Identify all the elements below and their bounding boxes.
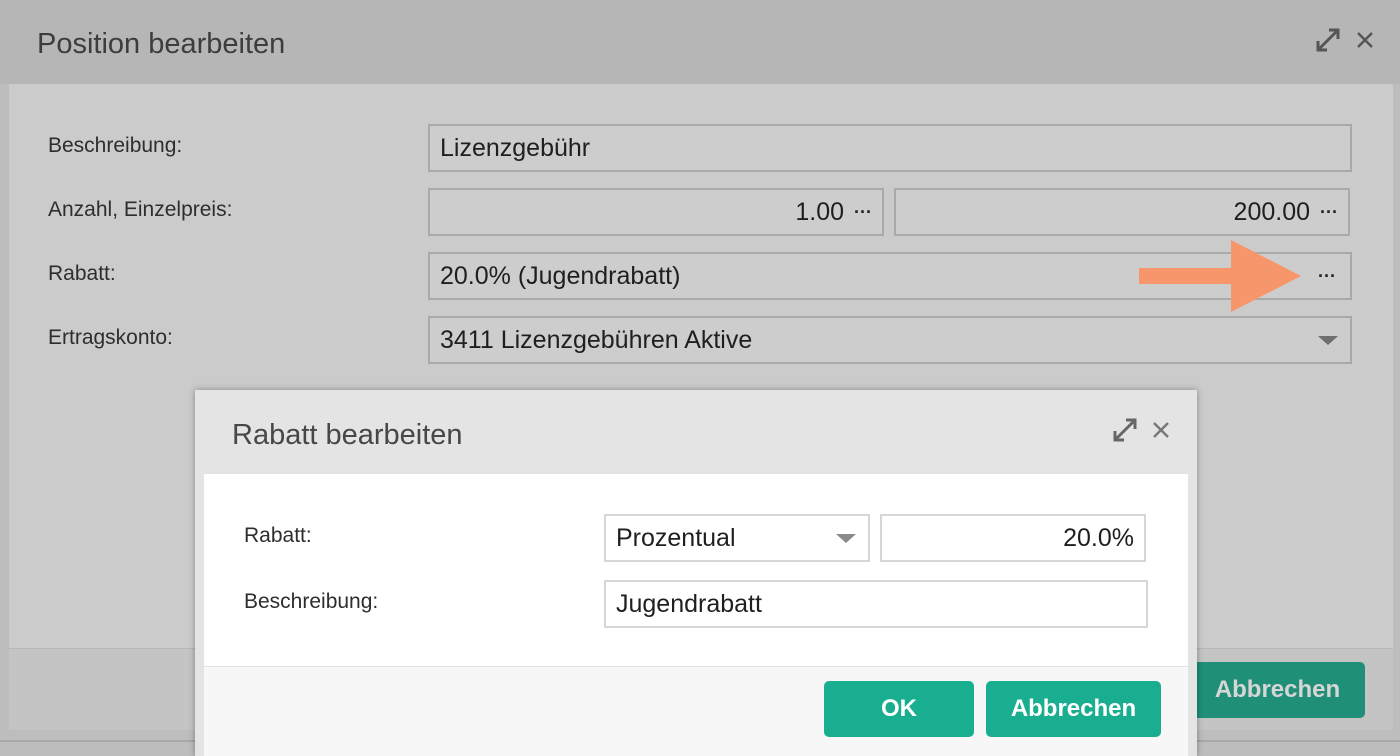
- rabatt-type-value: Prozentual: [616, 523, 736, 552]
- anzahl-value: 1.00: [795, 197, 845, 226]
- rabatt-value: 20.0% (Jugendrabatt): [440, 261, 681, 290]
- beschreibung-field[interactable]: Lizenzgebühr: [428, 124, 1352, 172]
- position-cancel-label: Abbrechen: [1214, 676, 1341, 703]
- ertragskonto-label: Ertragskonto:: [48, 326, 173, 349]
- ok-label: OK: [881, 695, 917, 722]
- expand-icon[interactable]: [1314, 26, 1342, 54]
- rabatt-amount-input[interactable]: 20.0%: [880, 514, 1146, 562]
- beschreibung-value: Lizenzgebühr: [440, 133, 591, 162]
- expand-icon[interactable]: [1111, 416, 1139, 444]
- cancel-button[interactable]: Abbrechen: [986, 681, 1161, 737]
- ertragskonto-select[interactable]: 3411 Lizenzgebühren Aktive: [428, 316, 1352, 364]
- beschreibung-label: Beschreibung:: [48, 134, 183, 157]
- rabatt-dialog-title: Rabatt bearbeiten: [232, 419, 463, 451]
- rabatt-beschreibung-input[interactable]: Jugendrabatt: [604, 580, 1148, 628]
- rabatt-beschreibung-label: Beschreibung:: [244, 590, 379, 613]
- cancel-label: Abbrechen: [1010, 695, 1137, 722]
- ertragskonto-value: 3411 Lizenzgebühren Aktive: [440, 325, 753, 354]
- more-icon[interactable]: ···: [854, 202, 872, 223]
- anzahl-field[interactable]: 1.00 ···: [428, 188, 884, 236]
- rabatt-dialog-header: Rabatt bearbeiten: [195, 390, 1197, 474]
- close-icon[interactable]: [1351, 26, 1379, 54]
- chevron-down-icon: [1318, 336, 1338, 345]
- rabatt-amount-value: 20.0%: [1063, 523, 1134, 552]
- position-cancel-button[interactable]: Abbrechen: [1190, 662, 1365, 718]
- ok-button[interactable]: OK: [824, 681, 974, 737]
- rabatt-dialog-body: Rabatt: Prozentual 20.0% Beschreibung: J…: [204, 474, 1188, 666]
- position-dialog-header: Position bearbeiten: [0, 0, 1400, 84]
- chevron-down-icon: [836, 534, 856, 543]
- rabatt-dialog: Rabatt bearbeiten Rabatt: Prozentual 20.…: [195, 390, 1197, 756]
- einzelpreis-field[interactable]: 200.00 ···: [894, 188, 1350, 236]
- rabatt-type-select[interactable]: Prozentual: [604, 514, 870, 562]
- close-icon[interactable]: [1147, 416, 1175, 444]
- more-icon[interactable]: ···: [1318, 266, 1336, 287]
- position-dialog-title: Position bearbeiten: [37, 28, 286, 60]
- einzelpreis-value: 200.00: [1233, 197, 1311, 226]
- arrow-annotation: [1139, 240, 1301, 312]
- rabatt-label: Rabatt:: [48, 262, 116, 285]
- rabatt-beschreibung-value: Jugendrabatt: [616, 589, 762, 618]
- more-icon[interactable]: ···: [1320, 202, 1338, 223]
- rabatt-type-label: Rabatt:: [244, 524, 312, 547]
- anzahl-einzelpreis-label: Anzahl, Einzelpreis:: [48, 198, 233, 221]
- rabatt-dialog-footer: OK Abbrechen: [204, 666, 1188, 756]
